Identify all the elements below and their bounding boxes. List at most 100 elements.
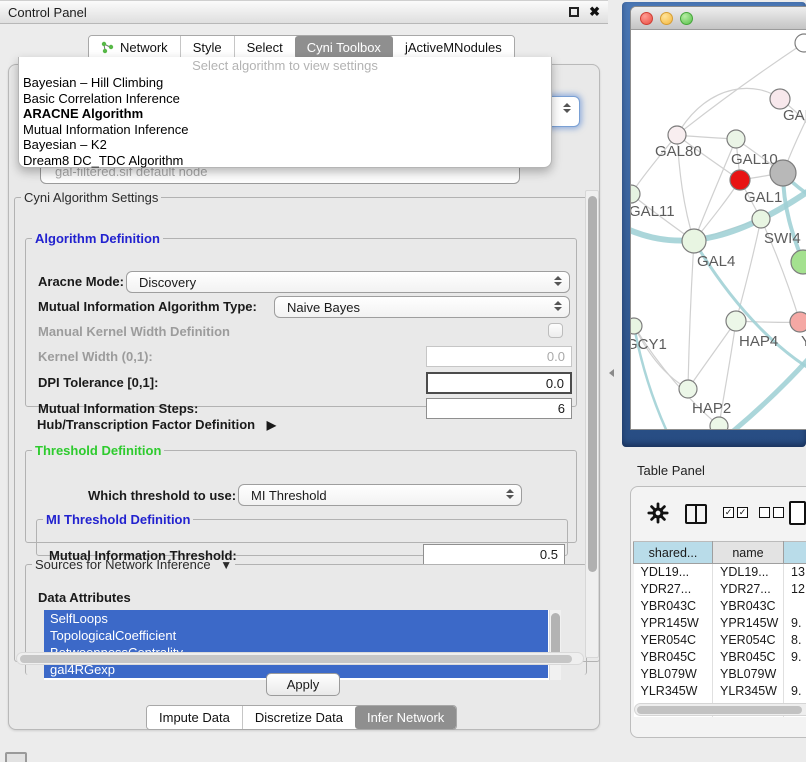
table-cell: YBL079W [713,666,784,683]
splitter-collapse-icon[interactable] [609,369,614,377]
table-cell: YDR27... [713,581,784,598]
restore-icon[interactable] [569,7,579,17]
which-threshold-value: MI Threshold [251,488,327,503]
algorithm-dropdown-popup: Select algorithm to view settings Bayesi… [18,57,552,168]
node-label-GCY1: GCY1 [631,336,667,353]
table-row[interactable]: YDR27...YDR27...12 [634,581,806,598]
tab-style[interactable]: Style [180,36,234,59]
table-cell: YBL079W [634,666,713,683]
node-HAP4[interactable] [726,311,746,331]
settings-vertical-scrollbar[interactable] [585,190,599,658]
table-cell: YLR345W [634,683,713,700]
list-scrollbar[interactable] [549,610,561,680]
algorithm-option-dream8[interactable]: Dream8 DC_TDC Algorithm [19,153,551,169]
table-row[interactable]: YLR345WYLR345W9. [634,683,806,700]
algorithm-option-aracne[interactable]: ARACNE Algorithm [19,106,551,122]
node-SWI4[interactable] [752,210,770,228]
select-all-icon[interactable]: ✓ ✓ [723,507,748,518]
list-item[interactable]: TopologicalCoefficient [44,627,548,644]
network-canvas[interactable]: GALGAL80GAL10GAL1GAL11SWI4GAL4GCY1HAP4YH… [631,30,806,430]
tab-network-label: Network [120,40,168,55]
data-attributes-list[interactable]: SelfLoops TopologicalCoefficient Between… [44,610,561,680]
table-horizontal-scrollbar-thumb[interactable] [637,706,802,714]
node-label-HAP4: HAP4 [739,333,778,350]
manual-kernel-label: Manual Kernel Width Definition [38,324,230,339]
node-GAL10[interactable] [727,130,745,148]
tab-network[interactable]: Network [89,36,180,59]
table-cell: 13 [784,564,806,581]
node-pink-top[interactable] [770,89,790,109]
checked-box-icon: ✓ [723,507,734,518]
hub-definition-toggle[interactable]: Hub/Transcription Factor Definition ▶ [37,417,276,432]
tab-impute-data[interactable]: Impute Data [147,706,242,729]
table-cell: 8. [784,632,806,649]
gear-icon[interactable] [647,502,669,524]
table-row[interactable]: YBR045CYBR045C9. [634,649,806,666]
window-minimize-icon[interactable] [660,12,673,25]
floating-panel-icon[interactable] [5,752,27,762]
node-GCY1[interactable] [631,318,642,334]
node-red-selected[interactable] [730,170,750,190]
network-icon [101,41,114,54]
node-GAL80[interactable] [668,126,686,144]
aracne-mode-combobox[interactable]: Discovery [126,271,570,293]
table-row[interactable]: YPR145WYPR145W9. [634,615,806,632]
page-icon[interactable] [789,501,806,525]
tab-jactivemnodules[interactable]: jActiveMNodules [393,36,514,59]
list-item[interactable]: SelfLoops [44,610,548,627]
threshold-definition-legend: Threshold Definition [32,443,164,458]
unchecked-box-icon [773,507,784,518]
settings-horizontal-scrollbar[interactable] [16,652,584,665]
columns-icon[interactable] [685,504,707,524]
window-close-icon[interactable] [640,12,653,25]
table-row[interactable]: YDL19...YDL19...13 [634,564,806,581]
node-pink-right[interactable] [790,312,806,332]
node-HAP2[interactable] [679,380,697,398]
mi-steps-input[interactable]: 6 [426,398,572,419]
data-attributes-label: Data Attributes [38,590,131,605]
tab-select[interactable]: Select [234,36,295,59]
dpi-tolerance-label: DPI Tolerance [0,1]: [38,375,158,390]
node-green-bright[interactable] [791,250,806,274]
network-window-titlebar[interactable] [631,7,806,30]
node-GAL4[interactable] [682,229,706,253]
dpi-tolerance-input[interactable]: 0.0 [426,372,572,394]
table-row[interactable]: YER054CYER054C8. [634,632,806,649]
settings-vertical-scrollbar-thumb[interactable] [588,196,597,572]
column-header-shared-name[interactable]: shared... [634,542,713,564]
column-header-partial[interactable] [784,542,806,564]
mi-type-combobox[interactable]: Naive Bayes [274,296,570,318]
node-top-partial[interactable] [795,34,806,52]
algorithm-option-bayesian-k2[interactable]: Bayesian – K2 [19,137,551,153]
which-threshold-combobox[interactable]: MI Threshold [238,484,522,506]
kernel-width-input[interactable]: 0.0 [426,346,572,367]
algorithm-definition-group: Algorithm Definition Aracne Mode: Discov… [25,231,577,407]
cyni-algorithm-settings-group: Cyni Algorithm Settings Algorithm Defini… [14,190,600,662]
tab-discretize-data[interactable]: Discretize Data [242,706,355,729]
table-toolbar: ✓ ✓ [631,501,806,531]
sources-legend[interactable]: Sources for Network Inference ▼ [32,557,235,572]
tab-infer-network[interactable]: Infer Network [355,706,456,729]
node-table: shared... name YDL19...YDL19...13YDR27..… [633,541,806,717]
aracne-mode-value: Discovery [139,275,196,290]
manual-kernel-checkbox[interactable] [548,323,563,338]
algorithm-option-mutual-information[interactable]: Mutual Information Inference [19,122,551,138]
algorithm-dropdown-prompt: Select algorithm to view settings [19,57,551,75]
column-header-name[interactable]: name [713,542,784,564]
window-zoom-icon[interactable] [680,12,693,25]
table-row[interactable]: YBR043CYBR043C [634,598,806,615]
deselect-all-icon[interactable] [759,507,784,518]
node-bottom-partial[interactable] [710,417,728,430]
close-icon[interactable]: ✖ [589,7,600,17]
checked-box-icon: ✓ [737,507,748,518]
apply-button[interactable]: Apply [266,673,340,696]
table-cell: YPR145W [634,615,713,632]
table-horizontal-scrollbar[interactable] [634,703,806,716]
settings-horizontal-scrollbar-thumb[interactable] [20,655,572,663]
control-panel-title: Control Panel [8,5,569,20]
table-cell: 9. [784,649,806,666]
table-row[interactable]: YBL079WYBL079W [634,666,806,683]
tab-cyni-toolbox[interactable]: Cyni Toolbox [295,36,393,59]
algorithm-option-bayesian-hill-climbing[interactable]: Bayesian – Hill Climbing [19,75,551,91]
algorithm-option-basic-correlation[interactable]: Basic Correlation Inference [19,91,551,107]
